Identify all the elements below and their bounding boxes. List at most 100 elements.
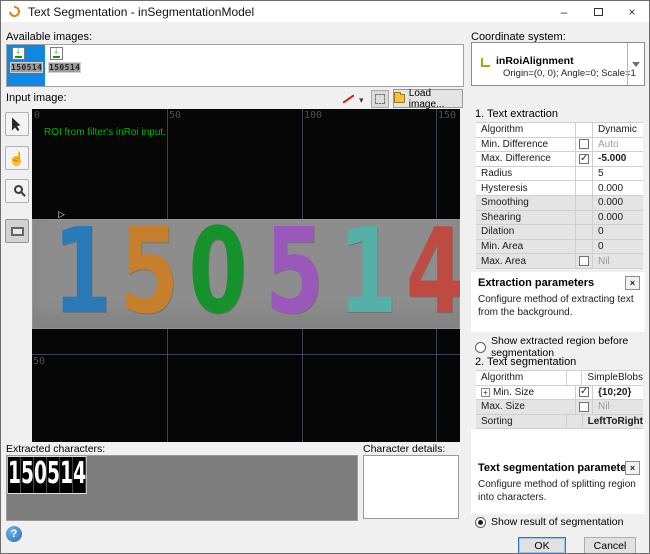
extracted-characters-panel: 1 5 0 5 1 4 — [6, 455, 358, 521]
available-images-label: Available images: — [6, 31, 92, 43]
param-checkbox-cell[interactable] — [576, 386, 593, 400]
param-checkbox-cell[interactable] — [576, 138, 593, 152]
param-value[interactable]: -5.000 — [593, 152, 643, 166]
close-button[interactable]: × — [615, 1, 649, 22]
checkbox-icon — [579, 256, 589, 266]
table-row[interactable]: Dilation 0 — [476, 225, 643, 240]
param-name: +Min. Size — [476, 386, 576, 400]
param-value[interactable]: 0 — [593, 240, 643, 254]
image-thumbnail-selected[interactable]: ↓ 150514 — [7, 45, 45, 86]
pan-tool-button[interactable]: ☝ — [5, 146, 29, 170]
param-value[interactable]: 0.000 — [593, 181, 643, 195]
param-value[interactable]: Nil — [593, 400, 643, 414]
panel-close-button[interactable]: × — [625, 461, 640, 475]
param-value[interactable]: {10;20} — [593, 386, 643, 400]
ruler-tick-label: 150 — [438, 110, 456, 121]
param-checkbox-cell[interactable] — [576, 167, 593, 181]
param-checkbox-cell[interactable] — [576, 211, 593, 225]
param-checkbox-cell[interactable] — [576, 181, 593, 195]
checkbox-icon — [579, 154, 589, 164]
checkbox-icon — [579, 402, 589, 412]
gridline — [32, 354, 460, 355]
table-row[interactable]: Hysteresis 0.000 — [476, 181, 643, 196]
dropdown-button[interactable] — [627, 43, 644, 85]
param-value[interactable]: 0.000 — [593, 196, 643, 210]
extracted-character[interactable]: 1 — [60, 457, 73, 493]
param-checkbox-cell[interactable] — [567, 371, 582, 385]
rectangle-icon — [11, 227, 24, 236]
down-arrow-icon: ↓ — [54, 45, 59, 56]
down-arrow-icon: ↓ — [16, 45, 21, 56]
table-row[interactable]: Min. Area 0 — [476, 240, 643, 255]
cancel-button[interactable]: Cancel — [584, 537, 636, 554]
param-value[interactable]: Dynamic — [593, 123, 643, 137]
param-checkbox-cell[interactable] — [576, 196, 593, 210]
param-checkbox-cell[interactable] — [576, 240, 593, 254]
param-value[interactable]: LeftToRight — [583, 415, 643, 429]
extracted-character[interactable]: 0 — [34, 457, 47, 493]
param-name: Shearing — [476, 211, 576, 225]
image-viewport[interactable]: 0 50 100 150 50 ROI from filter's inRoi … — [32, 109, 460, 442]
table-row[interactable]: Sorting LeftToRight — [476, 415, 643, 430]
input-image-label: Input image: — [6, 92, 67, 104]
table-row[interactable]: Min. Difference Auto — [476, 138, 643, 153]
ok-button[interactable]: OK — [518, 537, 566, 554]
table-row[interactable]: Max. Difference -5.000 — [476, 152, 643, 167]
radio-label: Show result of segmentation — [491, 516, 624, 528]
app-logo-icon — [7, 4, 22, 19]
param-value[interactable]: 5 — [593, 167, 643, 181]
param-checkbox-cell[interactable] — [576, 152, 593, 166]
table-row[interactable]: Algorithm SimpleBlobs — [476, 371, 643, 386]
fit-to-view-button[interactable] — [371, 90, 389, 108]
hand-icon: ☝ — [9, 152, 25, 165]
segmented-digit: 1 — [338, 215, 365, 327]
line-draw-tool-button[interactable] — [341, 92, 357, 106]
roi-rectangle-tool-button[interactable] — [5, 219, 29, 243]
panel-close-button[interactable]: × — [625, 276, 640, 290]
param-checkbox-cell[interactable] — [576, 400, 593, 414]
text-segmentation-dialog: Text Segmentation - inSegmentationModel … — [0, 0, 650, 554]
help-button[interactable]: ? — [6, 526, 22, 542]
load-image-button[interactable]: Load image... — [393, 89, 463, 108]
param-checkbox-cell[interactable] — [567, 415, 583, 429]
table-row[interactable]: Shearing 0.000 — [476, 211, 643, 226]
param-checkbox-cell[interactable] — [576, 254, 593, 268]
extracted-character[interactable]: 4 — [73, 457, 86, 493]
param-value[interactable]: SimpleBlobs — [582, 371, 643, 385]
table-row[interactable]: Algorithm Dynamic — [476, 123, 643, 138]
param-name: Hysteresis — [476, 181, 576, 195]
param-value[interactable]: Nil — [593, 254, 643, 268]
extracted-character[interactable]: 1 — [8, 457, 21, 493]
param-value[interactable]: Auto — [593, 138, 643, 152]
expander-icon[interactable]: + — [481, 388, 490, 397]
table-row[interactable]: Max. Area Nil — [476, 254, 643, 269]
segmented-digit: 4 — [406, 215, 446, 327]
chevron-down-icon — [632, 62, 640, 67]
character-details-box — [363, 455, 459, 519]
text-segmentation-table: Algorithm SimpleBlobs +Min. Size {10;20}… — [476, 370, 643, 429]
pointer-tool-button[interactable] — [5, 112, 29, 136]
window-controls: – × — [547, 1, 649, 22]
image-thumbnail[interactable]: ↓ 150514 — [45, 45, 83, 86]
thumbnail-preview: 150514 — [48, 62, 81, 73]
table-row[interactable]: +Min. Size {10;20} — [476, 386, 643, 401]
param-checkbox-cell[interactable] — [576, 225, 593, 239]
fit-region-icon — [375, 94, 385, 104]
show-result-radio[interactable]: Show result of segmentation — [475, 516, 624, 528]
maximize-icon — [594, 8, 603, 16]
zoom-tool-button[interactable] — [5, 179, 29, 203]
extracted-character[interactable]: 5 — [21, 457, 34, 493]
param-value[interactable]: 0 — [593, 225, 643, 239]
caret-down-icon[interactable]: ▾ — [359, 95, 364, 106]
table-row[interactable]: Radius 5 — [476, 167, 643, 182]
coordinate-system-select[interactable]: inRoiAlignment Origin=(0, 0); Angle=0; S… — [471, 42, 645, 86]
param-name: Min. Difference — [476, 138, 576, 152]
param-checkbox-cell[interactable] — [576, 123, 593, 137]
table-row[interactable]: Max. Size Nil — [476, 400, 643, 415]
minimize-button[interactable]: – — [547, 1, 581, 22]
maximize-button[interactable] — [581, 1, 615, 22]
param-value[interactable]: 0.000 — [593, 211, 643, 225]
extracted-character[interactable]: 5 — [47, 457, 60, 493]
table-row[interactable]: Smoothing 0.000 — [476, 196, 643, 211]
extracted-characters-strip: 1 5 0 5 1 4 — [8, 457, 86, 493]
